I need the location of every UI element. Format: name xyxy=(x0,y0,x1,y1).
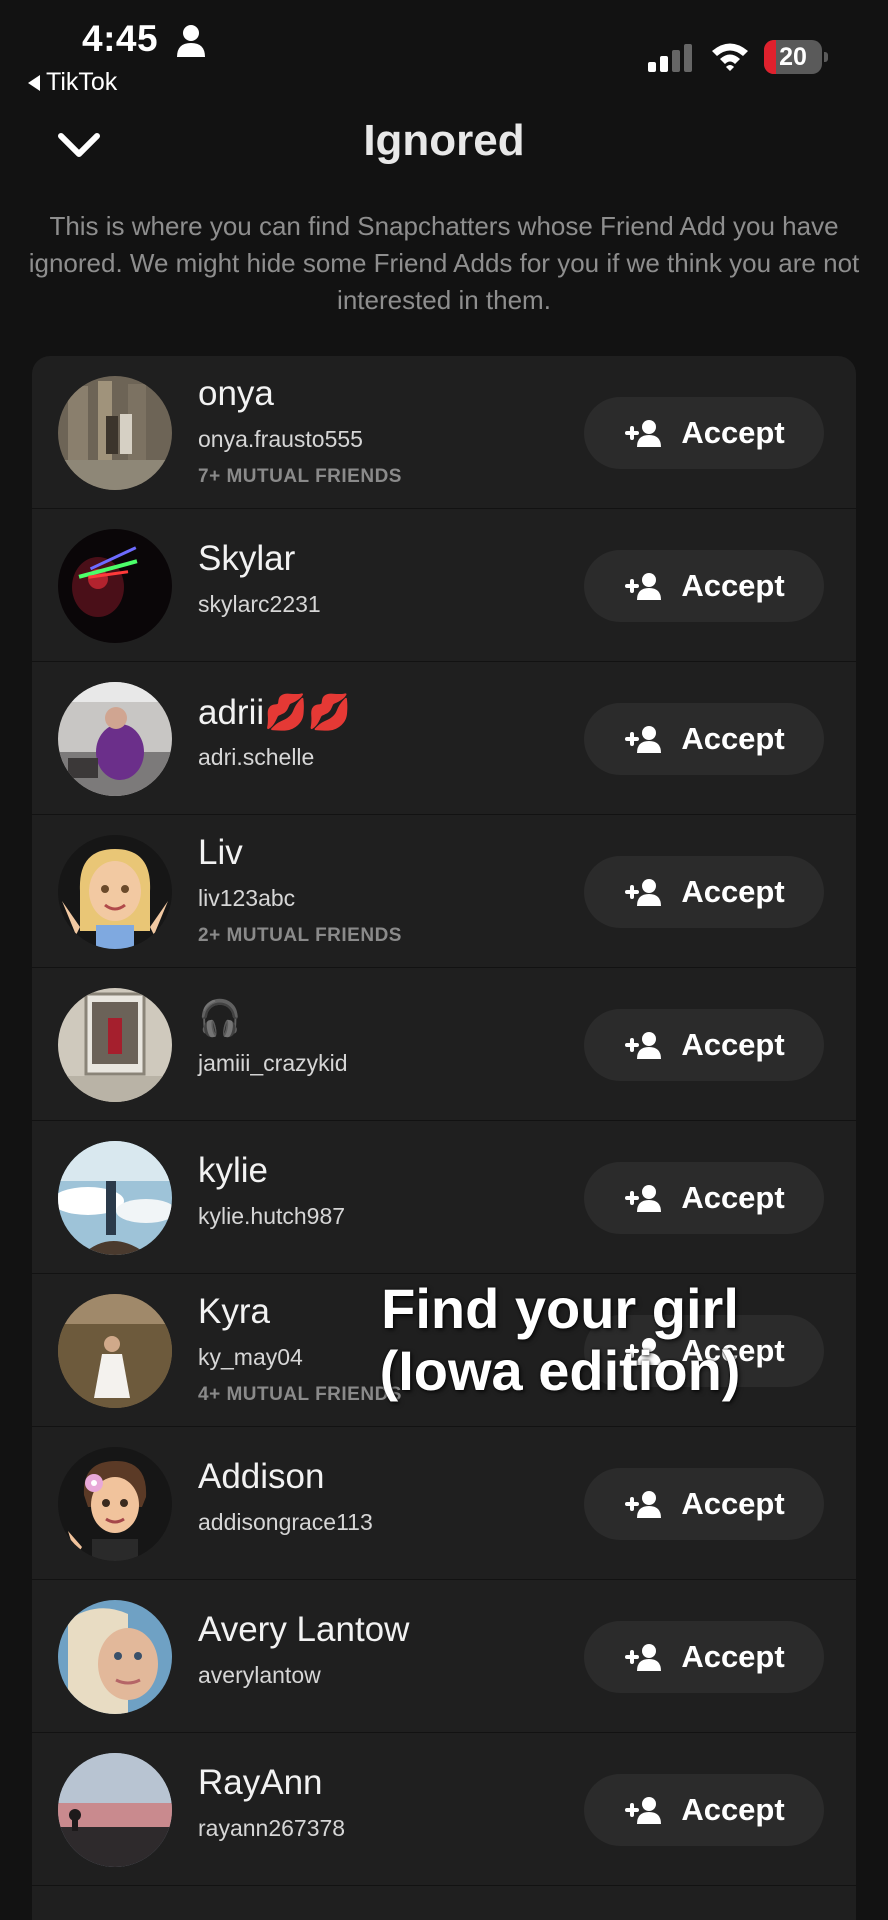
display-name: Addison xyxy=(198,1457,325,1496)
username: rayann267378 xyxy=(198,1815,346,1841)
add-friend-icon xyxy=(625,1031,662,1059)
list-item[interactable]: RayAnn rayann267378 Accept xyxy=(32,1733,856,1886)
display-name: RayAnn xyxy=(198,1763,323,1802)
mutual-friends-count: 7+ MUTUAL FRIENDS xyxy=(198,466,402,487)
display-name: Avery Lantow xyxy=(198,1610,410,1649)
add-friend-icon xyxy=(625,419,662,447)
display-name: kylie xyxy=(198,1151,269,1190)
display-name: adrii💋💋 xyxy=(198,693,352,732)
list-item[interactable]: onya onya.frausto555 7+ MUTUAL FRIENDS Acce… xyxy=(32,356,856,509)
accept-label: Accept xyxy=(681,1485,785,1521)
list-item[interactable]: kylie kylie.hutch987 Accept xyxy=(32,1121,856,1274)
video-caption-overlay: Find your girl (Iowa edition) xyxy=(300,1278,820,1402)
username: kylie.hutch987 xyxy=(198,1203,346,1229)
page-description: This is where you can find Snapchatters … xyxy=(28,211,860,315)
accept-label: Accept xyxy=(681,1791,785,1827)
avatar[interactable] xyxy=(58,987,172,1102)
accept-label: Accept xyxy=(681,873,785,909)
add-friend-icon xyxy=(625,878,662,906)
username: skylarc2231 xyxy=(198,591,321,617)
list-item[interactable]: 🎧 jamiii_crazykid Accept xyxy=(32,968,856,1121)
username: averylantow xyxy=(198,1662,321,1688)
back-triangle-icon xyxy=(28,74,40,91)
list-item[interactable]: Avery Lantow averylantow Accept xyxy=(32,1580,856,1733)
avatar[interactable] xyxy=(58,528,172,643)
accept-label: Accept xyxy=(681,1179,785,1215)
accept-button[interactable]: Accept xyxy=(584,1620,824,1693)
accept-label: Accept xyxy=(681,414,785,450)
status-time: 4:45 xyxy=(82,18,159,59)
mutual-friends-count: 2+ MUTUAL FRIENDS xyxy=(198,925,402,946)
add-friend-icon xyxy=(625,725,662,753)
username: addisongrace113 xyxy=(198,1509,373,1535)
back-to-app-link[interactable]: TikTok xyxy=(28,68,117,97)
avatar[interactable] xyxy=(58,1752,172,1867)
display-name: Liv xyxy=(198,833,243,872)
list-item[interactable]: Liv liv123abc 2+ MUTUAL FRIENDS Accept xyxy=(32,815,856,968)
accept-label: Accept xyxy=(681,720,785,756)
header: Ignored xyxy=(0,110,888,180)
list-item[interactable]: adrii💋💋 adri.schelle Accept xyxy=(32,662,856,815)
add-friend-icon xyxy=(625,1643,662,1671)
username: jamiii_crazykid xyxy=(198,1050,348,1076)
display-name: onya xyxy=(198,374,274,413)
caption-line-2: (Iowa edition) xyxy=(379,1339,741,1402)
username: liv123abc xyxy=(198,885,296,911)
avatar[interactable] xyxy=(58,1446,172,1561)
avatar[interactable] xyxy=(58,1599,172,1714)
accept-label: Accept xyxy=(681,1638,785,1674)
username: adri.schelle xyxy=(198,744,315,770)
list-item[interactable]: Skylar skylarc2231 Accept xyxy=(32,509,856,662)
back-app-label: TikTok xyxy=(46,68,118,96)
add-friend-icon xyxy=(625,1490,662,1518)
username: ky_may04 xyxy=(198,1344,303,1370)
avatar[interactable] xyxy=(58,1293,172,1408)
accept-button[interactable]: Accept xyxy=(584,549,824,622)
display-name: 🎧 xyxy=(198,999,242,1038)
accept-label: Accept xyxy=(681,1026,785,1062)
page-title: Ignored xyxy=(363,116,525,165)
list-item[interactable]: Addison addisongrace113 Accept xyxy=(32,1427,856,1580)
accept-button[interactable]: Accept xyxy=(584,1773,824,1846)
add-friend-icon xyxy=(625,1796,662,1824)
avatar[interactable] xyxy=(58,375,172,490)
add-friend-icon xyxy=(625,572,662,600)
accept-button[interactable]: Accept xyxy=(584,396,824,469)
accept-button[interactable]: Accept xyxy=(584,1008,824,1081)
accept-button[interactable]: Accept xyxy=(584,855,824,928)
ignored-list: onya onya.frausto555 7+ MUTUAL FRIENDS Acce… xyxy=(32,356,856,1920)
person-icon xyxy=(177,25,205,57)
avatar[interactable] xyxy=(58,834,172,949)
caption-line-1: Find your girl xyxy=(381,1277,739,1340)
wifi-icon xyxy=(712,43,748,71)
status-bar: 4:45 TikTok 20 xyxy=(0,0,888,100)
accept-button[interactable]: Accept xyxy=(584,1467,824,1540)
add-friend-icon xyxy=(625,1184,662,1212)
display-name: Kyra xyxy=(198,1292,270,1331)
accept-label: Accept xyxy=(681,567,785,603)
display-name: Skylar xyxy=(198,539,296,578)
battery-percent: 20 xyxy=(779,43,807,71)
battery-indicator: 20 xyxy=(764,40,828,74)
avatar[interactable] xyxy=(58,681,172,796)
accept-button[interactable]: Accept xyxy=(584,702,824,775)
username: onya.frausto555 xyxy=(198,426,363,452)
accept-button[interactable]: Accept xyxy=(584,1161,824,1234)
cellular-signal-icon xyxy=(648,44,692,72)
avatar[interactable] xyxy=(58,1140,172,1255)
